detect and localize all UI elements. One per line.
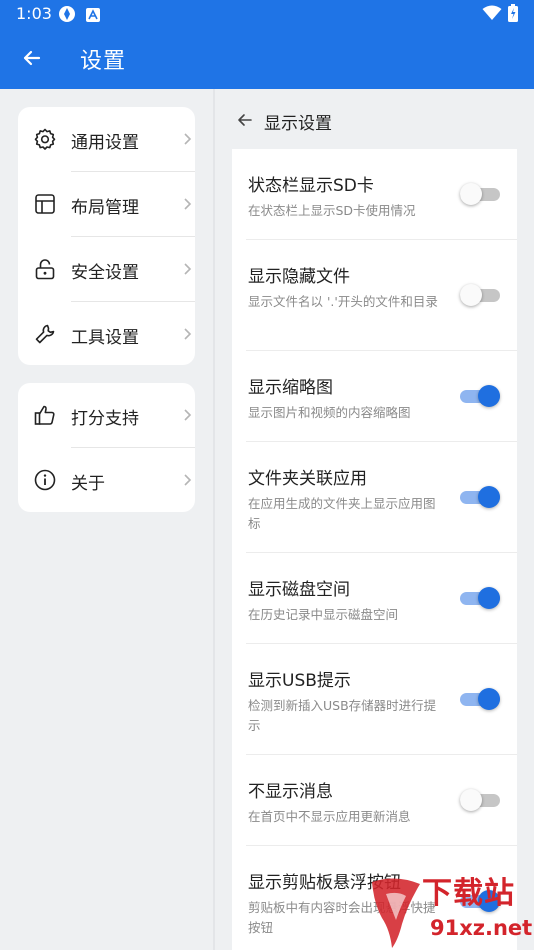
chevron-right-icon (183, 407, 193, 423)
sidebar: 通用设置 布局管理 安全设置 工具设置 打分支持 关于 (0, 89, 213, 950)
sidebar-item-security[interactable]: 安全设置 (18, 237, 195, 301)
watermark: 下载站 91xz.net (364, 864, 534, 950)
chevron-right-icon (183, 326, 193, 342)
setting-desc: 检测到新插入USB存储器时进行提示 (248, 698, 437, 733)
setting-title: 显示磁盘空间 (248, 580, 350, 600)
setting-desc: 显示图片和视频的内容缩略图 (248, 405, 411, 420)
chevron-right-icon (183, 196, 193, 212)
app-bar: 设置 (0, 28, 534, 89)
sidebar-item-rate[interactable]: 打分支持 (18, 383, 195, 447)
watermark-text-cn: 下载站 (422, 876, 515, 911)
info-icon (33, 468, 57, 492)
layout-icon (33, 192, 57, 216)
setting-desc: 在应用生成的文件夹上显示应用图标 (248, 496, 436, 531)
setting-title: 显示隐藏文件 (248, 267, 350, 287)
status-bar: 1:03 (0, 0, 534, 28)
sidebar-item-label: 关于 (71, 474, 105, 494)
chevron-right-icon (183, 261, 193, 277)
settings-list: 状态栏显示SD卡 在状态栏上显示SD卡使用情况 显示隐藏文件 显示文件名以 '.… (232, 149, 517, 950)
setting-desc: 在状态栏上显示SD卡使用情况 (248, 203, 416, 218)
sidebar-item-layout[interactable]: 布局管理 (18, 172, 195, 236)
setting-title: 显示USB提示 (248, 671, 351, 691)
sidebar-item-about[interactable]: 关于 (18, 448, 195, 512)
wifi-icon (482, 5, 502, 25)
setting-toggle[interactable] (460, 384, 500, 408)
setting-row: 显示磁盘空间 在历史记录中显示磁盘空间 (232, 553, 517, 644)
setting-toggle[interactable] (460, 586, 500, 610)
detail-pane: 显示设置 状态栏显示SD卡 在状态栏上显示SD卡使用情况 显示隐藏文件 显示文件… (215, 89, 534, 950)
detail-title: 显示设置 (264, 114, 332, 134)
setting-desc: 显示文件名以 '.'开头的文件和目录 (248, 294, 438, 309)
chevron-right-icon (183, 131, 193, 147)
setting-toggle[interactable] (460, 182, 500, 206)
sidebar-item-label: 打分支持 (71, 409, 139, 429)
sidebar-group-settings: 通用设置 布局管理 安全设置 工具设置 (18, 107, 195, 365)
status-time: 1:03 (16, 4, 52, 23)
wrench-icon (33, 322, 57, 346)
setting-row: 状态栏显示SD卡 在状态栏上显示SD卡使用情况 (232, 149, 517, 240)
page-title: 设置 (80, 49, 127, 74)
setting-toggle[interactable] (460, 485, 500, 509)
gear-icon (33, 127, 57, 151)
chevron-right-icon (183, 472, 193, 488)
sidebar-item-label: 安全设置 (71, 263, 139, 283)
setting-row: 显示缩略图 显示图片和视频的内容缩略图 (232, 351, 517, 442)
sidebar-item-label: 通用设置 (71, 133, 139, 153)
sidebar-item-label: 布局管理 (71, 198, 139, 218)
sidebar-group-misc: 打分支持 关于 (18, 383, 195, 512)
sidebar-item-tools[interactable]: 工具设置 (18, 302, 195, 366)
setting-toggle[interactable] (460, 283, 500, 307)
sidebar-item-general[interactable]: 通用设置 (18, 107, 195, 171)
setting-row: 文件夹关联应用 在应用生成的文件夹上显示应用图标 (232, 442, 517, 553)
setting-toggle[interactable] (460, 788, 500, 812)
sidebar-item-label: 工具设置 (71, 328, 139, 348)
app-notification-icon (58, 5, 76, 27)
watermark-text-url: 91xz.net (430, 916, 533, 940)
setting-row: 显示USB提示 检测到新插入USB存储器时进行提示 (232, 644, 517, 755)
setting-desc: 在历史记录中显示磁盘空间 (248, 607, 399, 622)
battery-icon (508, 4, 518, 26)
setting-toggle[interactable] (460, 687, 500, 711)
setting-row: 不显示消息 在首页中不显示应用更新消息 (232, 755, 517, 846)
setting-title: 文件夹关联应用 (248, 469, 367, 489)
back-arrow-icon (236, 111, 254, 129)
watermark-logo (364, 874, 428, 950)
a-notification-icon (86, 7, 100, 26)
back-arrow-icon[interactable] (18, 44, 46, 72)
setting-title: 状态栏显示SD卡 (248, 176, 374, 196)
setting-title: 不显示消息 (248, 782, 333, 802)
setting-desc: 在首页中不显示应用更新消息 (248, 809, 411, 824)
setting-row: 显示隐藏文件 显示文件名以 '.'开头的文件和目录 (232, 240, 517, 351)
lock-icon (33, 257, 57, 281)
thumbs-up-icon (33, 403, 57, 427)
setting-title: 显示缩略图 (248, 378, 333, 398)
